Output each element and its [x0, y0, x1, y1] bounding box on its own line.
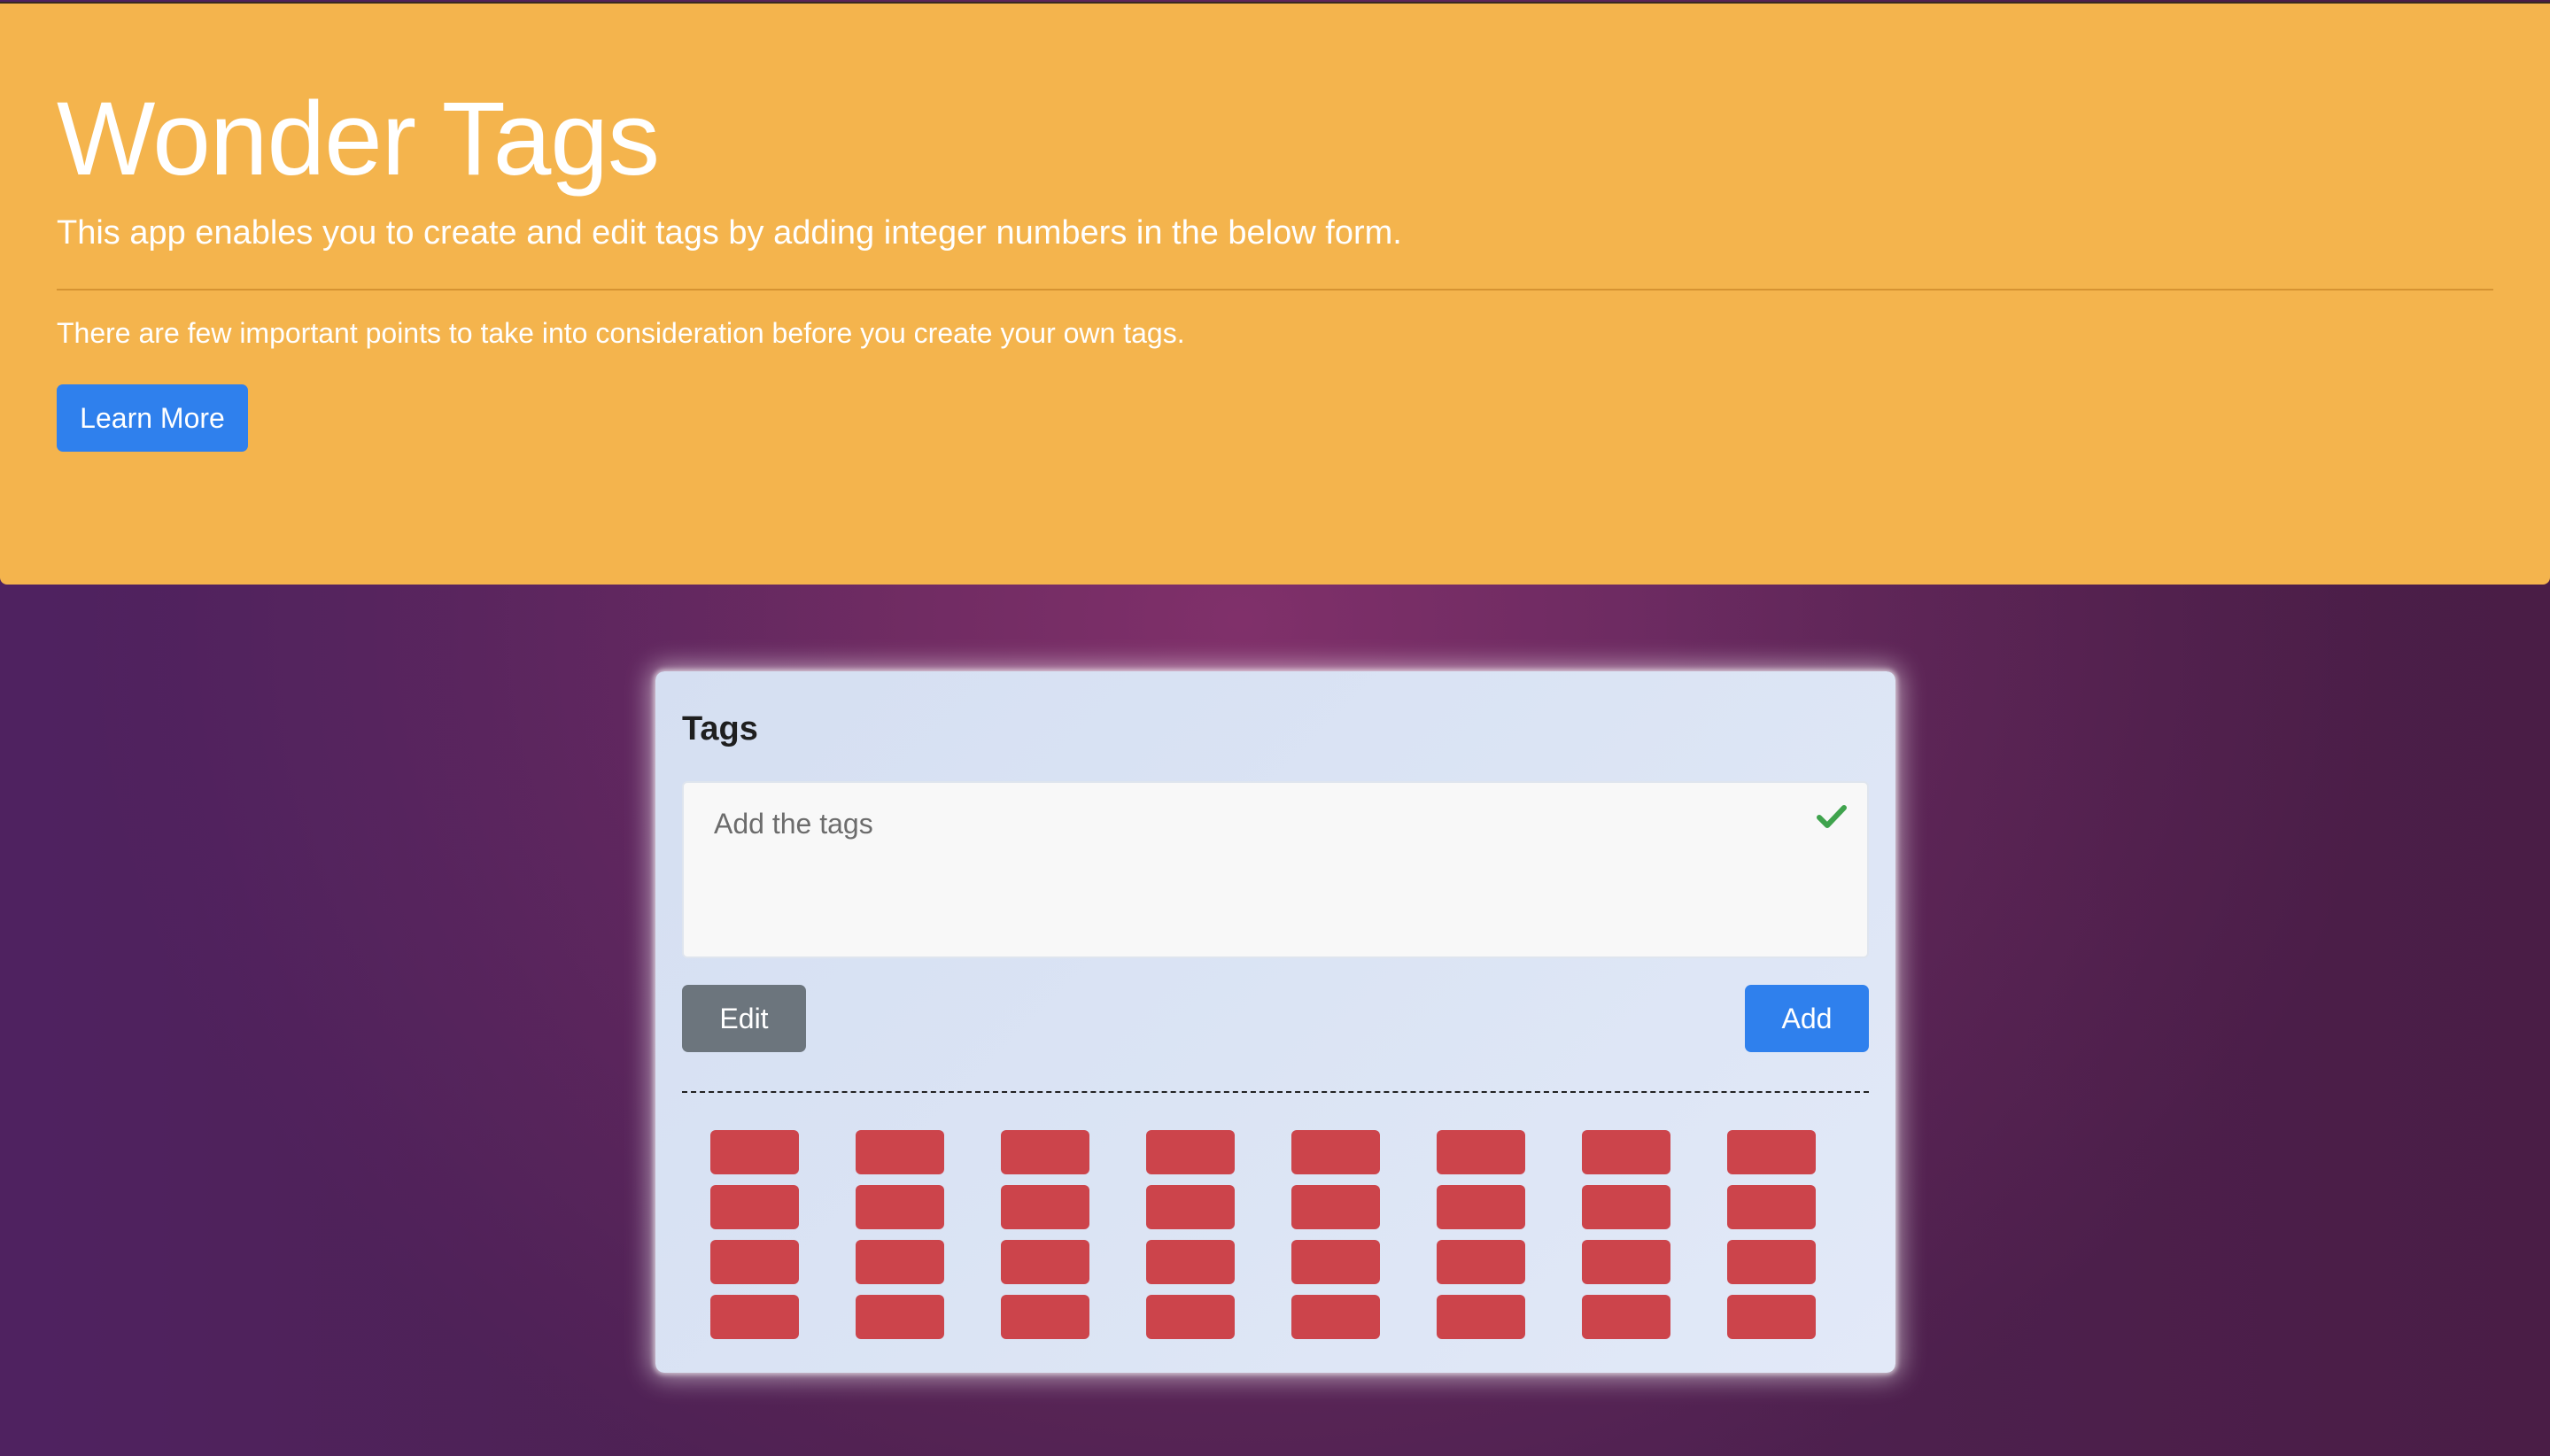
learn-more-button[interactable]: Learn More: [57, 384, 248, 452]
tag-item[interactable]: [1727, 1295, 1816, 1339]
tag-item[interactable]: [1582, 1130, 1670, 1174]
tag-item[interactable]: [856, 1185, 944, 1229]
check-icon: [1817, 805, 1847, 828]
tag-item[interactable]: [1146, 1185, 1235, 1229]
tag-item[interactable]: [1146, 1295, 1235, 1339]
tag-item[interactable]: [1582, 1240, 1670, 1284]
tags-card: Tags Add the tags Edit Add: [655, 671, 1895, 1373]
tag-item[interactable]: [856, 1130, 944, 1174]
tag-item[interactable]: [1582, 1295, 1670, 1339]
tag-item[interactable]: [1437, 1130, 1525, 1174]
tag-item[interactable]: [710, 1295, 799, 1339]
tag-item[interactable]: [710, 1240, 799, 1284]
tag-item[interactable]: [1001, 1295, 1089, 1339]
tag-item[interactable]: [1001, 1240, 1089, 1284]
tag-item[interactable]: [710, 1130, 799, 1174]
tag-item[interactable]: [1727, 1240, 1816, 1284]
tag-item[interactable]: [1437, 1240, 1525, 1284]
tag-item[interactable]: [1291, 1240, 1380, 1284]
tag-item[interactable]: [1437, 1185, 1525, 1229]
tag-item[interactable]: [1146, 1240, 1235, 1284]
hero-banner: Wonder Tags This app enables you to crea…: [0, 2, 2550, 585]
hero-divider: [57, 289, 2493, 290]
edit-button[interactable]: Edit: [682, 985, 806, 1052]
hero-info-text: There are few important points to take i…: [57, 317, 1185, 349]
tag-item[interactable]: [1291, 1185, 1380, 1229]
tag-item[interactable]: [1437, 1295, 1525, 1339]
tag-item[interactable]: [856, 1295, 944, 1339]
tag-item[interactable]: [1582, 1185, 1670, 1229]
tag-item[interactable]: [856, 1240, 944, 1284]
tag-item[interactable]: [1001, 1185, 1089, 1229]
tag-item[interactable]: [710, 1185, 799, 1229]
tag-item[interactable]: [1291, 1295, 1380, 1339]
tag-item[interactable]: [1146, 1130, 1235, 1174]
tag-item[interactable]: [1001, 1130, 1089, 1174]
page-title: Wonder Tags: [57, 81, 660, 197]
tag-item[interactable]: [1291, 1130, 1380, 1174]
hero-lead-text: This app enables you to create and edit …: [57, 214, 1402, 252]
card-title: Tags: [682, 710, 758, 747]
tags-divider: [682, 1091, 1869, 1093]
tag-item[interactable]: [1727, 1130, 1816, 1174]
tag-item[interactable]: [1727, 1185, 1816, 1229]
tags-input-placeholder: Add the tags: [714, 808, 873, 840]
add-button[interactable]: Add: [1745, 985, 1869, 1052]
tags-input[interactable]: Add the tags: [682, 781, 1869, 958]
